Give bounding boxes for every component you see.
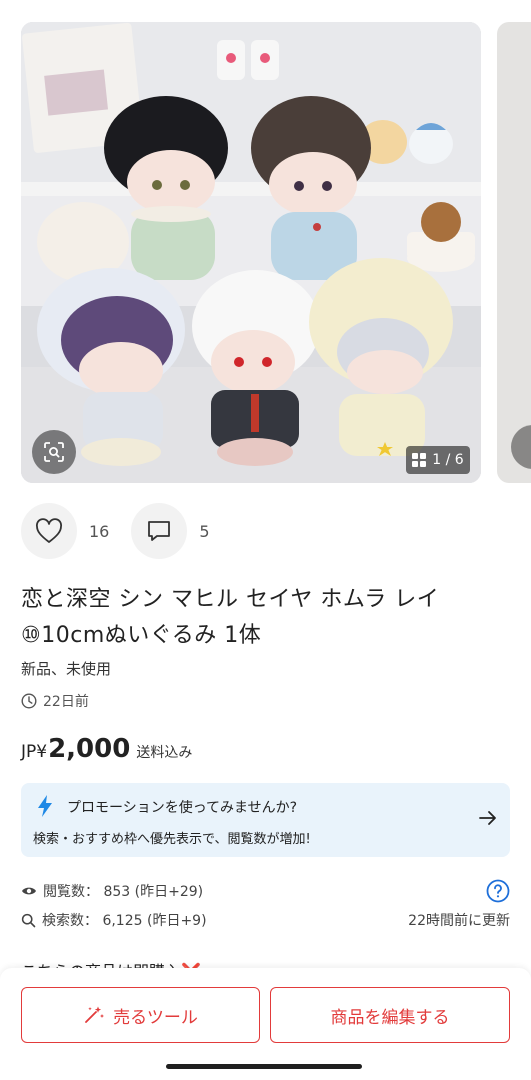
search-icon — [21, 913, 36, 927]
magic-wand-icon — [85, 1006, 105, 1023]
price-currency: JP¥ — [21, 742, 48, 762]
view-count-label: 閲覧数： 853 (昨日+29) — [43, 884, 204, 900]
posted-time: 22日前 — [21, 691, 89, 711]
reaction-row: 16 5 — [21, 503, 210, 559]
like-button[interactable] — [21, 503, 77, 559]
item-condition: 新品、未使用 — [21, 660, 112, 678]
sell-tool-button[interactable]: 売るツール — [21, 987, 260, 1043]
price: JP¥ 2,000 送料込み — [21, 734, 192, 764]
image-counter-label: 1 / 6 — [432, 452, 464, 468]
image-search-button[interactable] — [511, 425, 531, 469]
heart-icon — [36, 518, 62, 543]
bottom-action-bar: 売るツール 商品を編集する — [0, 968, 531, 1080]
lightning-icon — [38, 795, 52, 817]
next-product-photo[interactable] — [497, 22, 531, 483]
search-count-label: 検索数： 6,125 (昨日+9) — [42, 913, 207, 929]
image-search-button[interactable] — [32, 430, 76, 474]
image-counter[interactable]: 1 / 6 — [406, 446, 470, 474]
promotion-banner[interactable]: プロモーションを使ってみませんか? 検索・おすすめ枠へ優先表示で、閲覧数が増加! — [21, 783, 510, 857]
sell-tool-label: 売るツール — [113, 1007, 198, 1028]
home-indicator[interactable] — [166, 1064, 362, 1069]
search-count: 検索数： 6,125 (昨日+9) — [21, 910, 207, 930]
item-title: 恋と深空 シン マヒル セイヤ ホムラ レイ ⑩10cmぬいぐるみ 1体 — [21, 587, 440, 648]
comment-button[interactable] — [131, 503, 188, 559]
comment-count: 5 — [199, 521, 210, 541]
help-icon[interactable] — [486, 879, 510, 903]
grid-icon — [412, 453, 427, 467]
image-carousel[interactable]: 1 / 6 — [0, 0, 531, 488]
edit-item-button[interactable]: 商品を編集する — [270, 987, 510, 1043]
clock-icon — [21, 693, 37, 709]
posted-time-label: 22日前 — [43, 694, 89, 710]
plush-dolls-photo — [21, 22, 481, 483]
comment-icon — [148, 521, 171, 541]
eye-icon — [22, 887, 36, 895]
arrow-right-icon — [479, 811, 496, 825]
updated-time: 22時間前に更新 — [408, 913, 510, 929]
edit-item-label: 商品を編集する — [330, 1007, 450, 1028]
promotion-description: 検索・おすすめ枠へ優先表示で、閲覧数が増加! — [33, 832, 311, 847]
image-search-icon — [44, 442, 64, 462]
shipping-label: 送料込み — [136, 745, 193, 761]
price-amount: 2,000 — [48, 734, 131, 764]
view-count: 閲覧数： 853 (昨日+29) — [21, 881, 203, 901]
promotion-title: プロモーションを使ってみませんか? — [67, 800, 298, 816]
like-count: 16 — [89, 521, 110, 541]
product-photo[interactable] — [21, 22, 481, 483]
